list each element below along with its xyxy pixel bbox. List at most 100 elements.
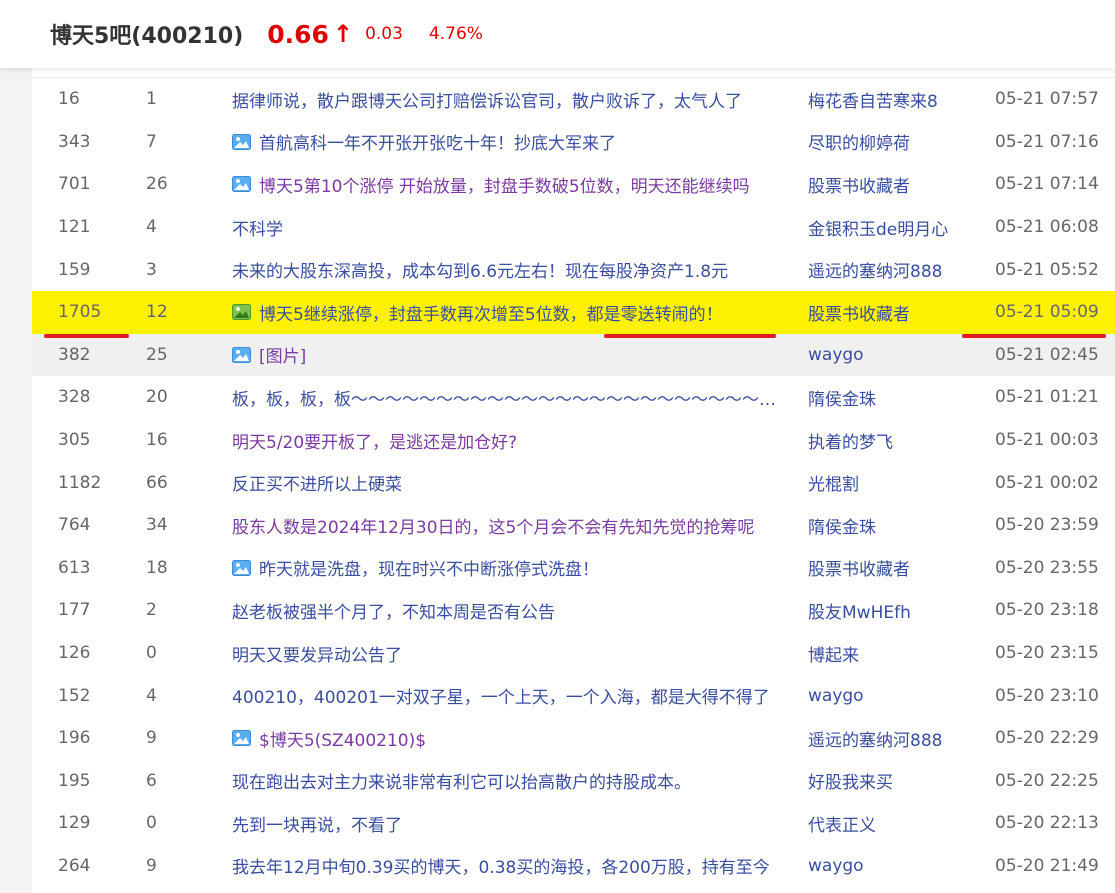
author-link-text[interactable]: 金银积玉de明月心: [808, 215, 948, 240]
post-title[interactable]: 板，板，板，板～～～～～～～～～～～～～～～～～～～～～～～～～～～～～～: [232, 376, 780, 419]
table-row[interactable]: 764 34 股东人数是2024年12月30日的，这5个月会不会有先知先觉的抢筹呢 隋…: [32, 504, 1115, 547]
stock-name[interactable]: 博天5吧(400210): [50, 18, 243, 50]
post-title-link[interactable]: 博天5继续涨停，封盘手数再次增至5位数，都是零送转闹的！: [259, 300, 723, 325]
author-link-text[interactable]: 隋侯金珠: [808, 513, 876, 538]
reply-count-text: 7: [146, 131, 157, 152]
author-link-text[interactable]: 股票书收藏者: [808, 172, 910, 197]
author-link-text[interactable]: 隋侯金珠: [808, 385, 876, 410]
author-link-text[interactable]: 股票书收藏者: [808, 300, 910, 325]
post-title-link[interactable]: 先到一块再说，不看了: [232, 811, 402, 836]
post-title-link[interactable]: 昨天就是洗盘，现在时兴不中断涨停式洗盘！: [259, 555, 599, 580]
post-title[interactable]: 首航高科一年不开张开张吃十年！抄底大军来了: [232, 121, 780, 164]
post-title-link[interactable]: 股东人数是2024年12月30日的，这5个月会不会有先知先觉的抢筹呢: [232, 513, 754, 538]
post-title[interactable]: 明天5/20要开板了，是逃还是加仓好?: [232, 419, 780, 462]
read-count-text: 129: [58, 813, 91, 834]
post-title-link[interactable]: 反正买不进所以上硬菜: [232, 470, 402, 495]
author-link[interactable]: waygo: [808, 334, 978, 377]
post-title-link[interactable]: 未来的大股东深高投，成本勾到6.6元左右！现在每股净资产1.8元: [232, 257, 728, 282]
table-row[interactable]: 126 0 明天又要发异动公告了 博起来 05-20 23:15: [32, 632, 1115, 675]
author-link-text[interactable]: 遥远的塞纳河888: [808, 257, 942, 282]
post-title-link[interactable]: 赵老板被强半个月了，不知本周是否有公告: [232, 598, 555, 623]
author-link[interactable]: 代表正义: [808, 802, 978, 845]
post-title-link[interactable]: $博天5(SZ400210)$: [259, 726, 426, 751]
post-title-link[interactable]: 明天5/20要开板了，是逃还是加仓好?: [232, 428, 517, 453]
author-link-text[interactable]: 遥远的塞纳河888: [808, 726, 942, 751]
author-link[interactable]: 尽职的柳婷荷: [808, 121, 978, 164]
author-link[interactable]: 博起来: [808, 632, 978, 675]
author-link-text[interactable]: 股友MwHEfh: [808, 598, 911, 623]
author-link-text[interactable]: 执着的梦飞: [808, 428, 893, 453]
author-link-text[interactable]: 好股我来买: [808, 768, 893, 793]
post-title[interactable]: 昨天就是洗盘，现在时兴不中断涨停式洗盘！: [232, 547, 780, 590]
table-row[interactable]: 305 16 明天5/20要开板了，是逃还是加仓好? 执着的梦飞 05-21 00:03: [32, 419, 1115, 462]
post-title[interactable]: 先到一块再说，不看了: [232, 802, 780, 845]
post-title[interactable]: [图片]: [232, 334, 780, 377]
table-row[interactable]: 1705 12 博天5继续涨停，封盘手数再次增至5位数，都是零送转闹的！ 股票书收藏者…: [32, 290, 1115, 338]
table-row[interactable]: 701 26 博天5第10个涨停 开始放量，封盘手数破5位数，明天还能继续吗 股票书收…: [32, 163, 1115, 206]
author-link[interactable]: 股票书收藏者: [808, 291, 978, 334]
table-row[interactable]: 121 4 不科学 金银积玉de明月心 05-21 06:08: [32, 206, 1115, 249]
table-row[interactable]: 382 25 [图片] waygo 05-21 02:45: [32, 333, 1115, 377]
post-title-link[interactable]: 首航高科一年不开张开张吃十年！抄底大军来了: [259, 129, 616, 154]
author-link[interactable]: 好股我来买: [808, 760, 978, 803]
author-link-text[interactable]: waygo: [808, 856, 864, 876]
table-row[interactable]: 195 6 现在跑出去对主力来说非常有利它可以抬高散户的持股成本。 好股我来买 05-2…: [32, 760, 1115, 803]
author-link[interactable]: 执着的梦飞: [808, 419, 978, 462]
post-title[interactable]: 赵老板被强半个月了，不知本周是否有公告: [232, 589, 780, 632]
post-title[interactable]: 博天5继续涨停，封盘手数再次增至5位数，都是零送转闹的！: [232, 291, 780, 334]
post-title-link[interactable]: 板，板，板，板～～～～～～～～～～～～～～～～～～～～～～～～～～～～～～: [232, 385, 780, 410]
author-link[interactable]: 遥远的塞纳河888: [808, 717, 978, 760]
table-row[interactable]: 129 0 先到一块再说，不看了 代表正义 05-20 22:13: [32, 802, 1115, 845]
author-link-text[interactable]: 博起来: [808, 641, 859, 666]
table-row[interactable]: 196 9 $博天5(SZ400210)$ 遥远的塞纳河888 05-20 22:29: [32, 717, 1115, 760]
post-title-link[interactable]: 明天又要发异动公告了: [232, 641, 402, 666]
author-link[interactable]: 梅花香自苦寒来8: [808, 78, 978, 121]
post-time: 05-20 23:15: [995, 632, 1115, 675]
author-link-text[interactable]: waygo: [808, 686, 864, 706]
author-link[interactable]: 股友MwHEfh: [808, 589, 978, 632]
table-row[interactable]: 16 1 据律师说，散户跟博天公司打赔偿诉讼官司，散户败诉了，太气人了 梅花香自苦寒来…: [32, 78, 1115, 121]
post-title[interactable]: 我去年12月中旬0.39买的博天，0.38买的海投，各200万股，持有至今: [232, 845, 780, 888]
post-title[interactable]: 博天5第10个涨停 开始放量，封盘手数破5位数，明天还能继续吗: [232, 163, 780, 206]
post-title-link[interactable]: 博天5第10个涨停 开始放量，封盘手数破5位数，明天还能继续吗: [259, 172, 750, 197]
post-title[interactable]: 现在跑出去对主力来说非常有利它可以抬高散户的持股成本。: [232, 760, 780, 803]
author-link[interactable]: 股票书收藏者: [808, 547, 978, 590]
post-title[interactable]: 不科学: [232, 206, 780, 249]
author-link-text[interactable]: 光棍割: [808, 470, 859, 495]
author-link[interactable]: 光棍割: [808, 461, 978, 504]
author-link[interactable]: 股票书收藏者: [808, 163, 978, 206]
post-title[interactable]: 未来的大股东深高投，成本勾到6.6元左右！现在每股净资产1.8元: [232, 248, 780, 291]
author-link-text[interactable]: 梅花香自苦寒来8: [808, 87, 938, 112]
table-row[interactable]: 328 20 板，板，板，板～～～～～～～～～～～～～～～～～～～～～～～～～～～～…: [32, 376, 1115, 419]
post-title[interactable]: 股东人数是2024年12月30日的，这5个月会不会有先知先觉的抢筹呢: [232, 504, 780, 547]
author-link[interactable]: 金银积玉de明月心: [808, 206, 978, 249]
post-title-link[interactable]: [图片]: [259, 342, 306, 367]
table-row[interactable]: 152 4 400210，400201一对双子星，一个上天，一个入海，都是大得不得了…: [32, 674, 1115, 717]
post-title[interactable]: $博天5(SZ400210)$: [232, 717, 780, 760]
post-title-link[interactable]: 不科学: [232, 215, 283, 240]
post-title[interactable]: 400210，400201一对双子星，一个上天，一个入海，都是大得不得了: [232, 674, 780, 717]
post-title-link[interactable]: 400210，400201一对双子星，一个上天，一个入海，都是大得不得了: [232, 683, 770, 708]
post-title-link[interactable]: 据律师说，散户跟博天公司打赔偿诉讼官司，散户败诉了，太气人了: [232, 87, 742, 112]
post-title[interactable]: 明天又要发异动公告了: [232, 632, 780, 675]
post-title-link[interactable]: 我去年12月中旬0.39买的博天，0.38买的海投，各200万股，持有至今: [232, 853, 770, 878]
author-link-text[interactable]: waygo: [808, 345, 864, 365]
table-row[interactable]: 177 2 赵老板被强半个月了，不知本周是否有公告 股友MwHEfh 05-20 23:…: [32, 589, 1115, 632]
author-link[interactable]: waygo: [808, 845, 978, 888]
author-link-text[interactable]: 股票书收藏者: [808, 555, 910, 580]
author-link[interactable]: waygo: [808, 674, 978, 717]
post-title[interactable]: 反正买不进所以上硬菜: [232, 461, 780, 504]
post-title[interactable]: 据律师说，散户跟博天公司打赔偿诉讼官司，散户败诉了，太气人了: [232, 78, 780, 121]
table-row[interactable]: 264 9 我去年12月中旬0.39买的博天，0.38买的海投，各200万股，持有至…: [32, 845, 1115, 888]
author-link[interactable]: 隋侯金珠: [808, 376, 978, 419]
table-row[interactable]: 1182 66 反正买不进所以上硬菜 光棍割 05-21 00:02: [32, 461, 1115, 504]
author-link-text[interactable]: 尽职的柳婷荷: [808, 129, 910, 154]
table-row[interactable]: 343 7 首航高科一年不开张开张吃十年！抄底大军来了 尽职的柳婷荷 05-21 07:…: [32, 121, 1115, 164]
table-row[interactable]: 159 3 未来的大股东深高投，成本勾到6.6元左右！现在每股净资产1.8元 遥远的塞…: [32, 248, 1115, 291]
author-link-text[interactable]: 代表正义: [808, 811, 876, 836]
author-link[interactable]: 隋侯金珠: [808, 504, 978, 547]
post-title-link[interactable]: 现在跑出去对主力来说非常有利它可以抬高散户的持股成本。: [232, 768, 691, 793]
table-row[interactable]: 613 18 昨天就是洗盘，现在时兴不中断涨停式洗盘！ 股票书收藏者 05-20 23:…: [32, 547, 1115, 590]
author-link[interactable]: 遥远的塞纳河888: [808, 248, 978, 291]
reply-count-text: 0: [146, 643, 157, 664]
